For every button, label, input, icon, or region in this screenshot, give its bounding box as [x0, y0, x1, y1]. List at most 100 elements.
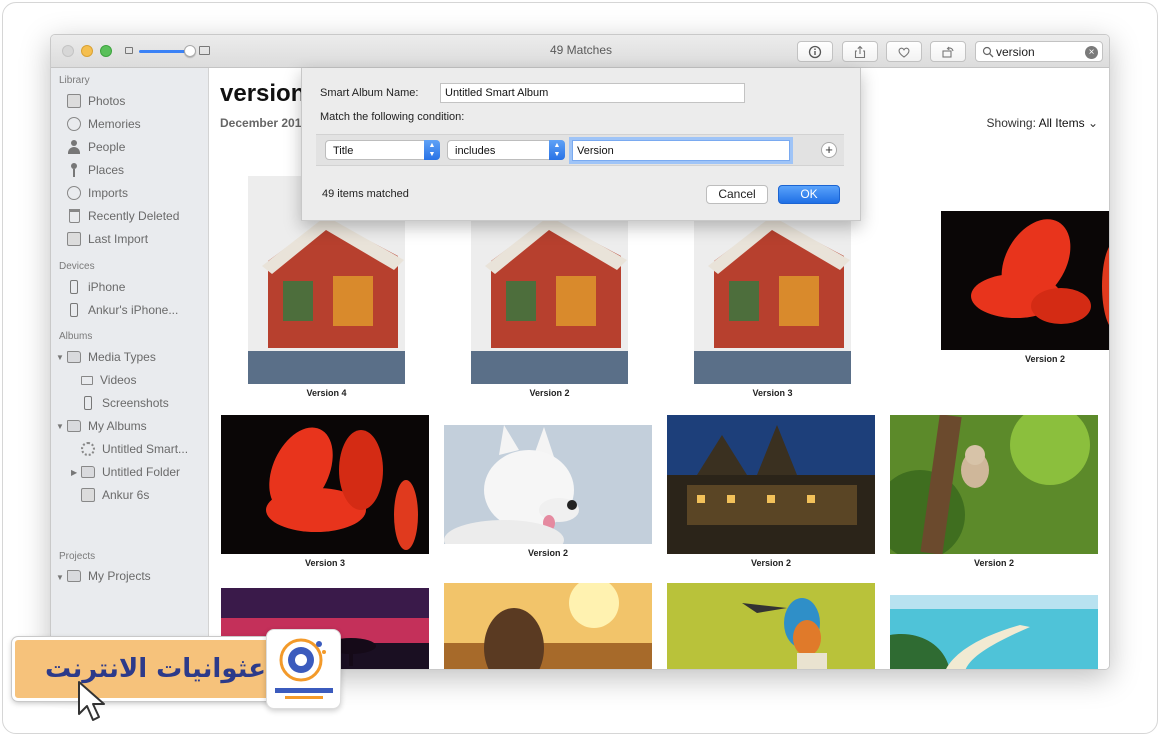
sidebar-item-label: iPhone [88, 280, 126, 294]
photo-white-dog[interactable] [444, 425, 652, 544]
video-icon [81, 375, 93, 385]
operator-popup[interactable]: includes ▲ ▼ [447, 140, 565, 160]
clear-search-icon[interactable]: × [1085, 46, 1098, 59]
popup-arrows-icon: ▲ ▼ [549, 140, 565, 160]
showing-filter[interactable]: Showing: All Items ⌄ [987, 116, 1098, 130]
sidebar-item-recently-deleted[interactable]: Recently Deleted [67, 207, 179, 225]
sidebar-item-label: Screenshots [102, 396, 169, 410]
photo-caption: Version 3 [752, 388, 793, 398]
info-icon [808, 45, 822, 58]
photo-red-flower-1[interactable] [941, 211, 1109, 350]
photo-girl-field[interactable] [444, 583, 652, 669]
photos-window: 49 Matches version × Library Photos Memo… [50, 34, 1110, 670]
share-button[interactable] [842, 41, 878, 62]
title-bar: 49 Matches version × [51, 35, 1109, 68]
photo-caption: Version 4 [306, 388, 347, 398]
share-icon [854, 45, 866, 58]
girl-field-image [444, 583, 652, 669]
disclosure-open-icon[interactable]: ▼ [56, 353, 64, 362]
page-title: version [220, 80, 306, 107]
devices-header: Devices [59, 261, 95, 272]
sidebar-item-people[interactable]: People [67, 138, 125, 156]
search-input[interactable]: version [996, 45, 1035, 59]
projects-header: Projects [59, 551, 96, 562]
sidebar-item-label: Recently Deleted [88, 209, 180, 223]
trash-icon [69, 209, 80, 223]
smart-album-dialog: Smart Album Name: Untitled Smart Album M… [301, 68, 861, 221]
add-condition-icon[interactable]: + [821, 142, 837, 158]
sidebar-item-photos[interactable]: Photos [67, 92, 125, 110]
sidebar-item-my-albums[interactable]: My Albums [67, 417, 147, 435]
folder-icon [67, 570, 81, 582]
logo-globe-icon [275, 638, 333, 699]
sidebar-item-media-types[interactable]: Media Types [67, 348, 156, 366]
sidebar-item-my-projects[interactable]: My Projects [67, 567, 151, 585]
smart-album-gear-icon [81, 442, 95, 456]
pin-icon [67, 163, 81, 177]
rotate-button[interactable] [930, 41, 966, 62]
sidebar-item-screenshots[interactable]: Screenshots [81, 394, 169, 412]
album-name-input[interactable]: Untitled Smart Album [440, 83, 745, 103]
album-icon [81, 488, 95, 502]
photo-caption: Version 3 [304, 558, 346, 568]
sidebar-item-label: People [88, 140, 126, 154]
sidebar-item-memories[interactable]: Memories [67, 115, 141, 133]
sidebar-item-imports[interactable]: Imports [67, 184, 128, 202]
sidebar-item-ankurs-iphone[interactable]: Ankur's iPhone... [67, 301, 178, 319]
red-flower-image [941, 211, 1109, 350]
photos-icon [67, 94, 81, 108]
tropical-beach-image [890, 595, 1098, 669]
info-button[interactable] [797, 41, 833, 62]
chevron-down-icon: ⌄ [1087, 116, 1098, 130]
photo-caption: Version 2 [529, 388, 570, 398]
search-field[interactable]: version × [975, 41, 1103, 62]
photo-tropical-beach[interactable] [890, 595, 1098, 669]
sidebar-item-label: Places [88, 163, 125, 177]
field-popup[interactable]: Title ▲ ▼ [325, 140, 440, 160]
cat-tree-image [890, 415, 1098, 554]
folder-icon [67, 351, 81, 363]
sidebar-item-untitled-folder[interactable]: Untitled Folder [81, 463, 180, 481]
sidebar-item-label: My Projects [88, 569, 151, 583]
sidebar-item-label: Imports [88, 186, 129, 200]
sidebar-item-untitled-smart-album[interactable]: Untitled Smart... [81, 440, 188, 458]
sidebar-item-iphone[interactable]: iPhone [67, 278, 125, 296]
photo-kingfisher[interactable] [667, 583, 875, 669]
town-night-image [667, 415, 875, 554]
iphone-icon [70, 303, 78, 317]
clock-icon [67, 186, 81, 200]
watermark-banner: عثوانيات الانترنت [12, 637, 274, 701]
showing-value: All Items [1038, 116, 1085, 130]
sidebar-item-label: Videos [100, 373, 137, 387]
cancel-button[interactable]: Cancel [706, 185, 768, 204]
sidebar-item-label: Memories [88, 117, 141, 131]
disclosure-open-icon[interactable]: ▼ [56, 422, 64, 431]
sidebar-item-label: Last Import [88, 232, 149, 246]
sidebar-item-last-import[interactable]: Last Import [67, 230, 148, 248]
sidebar-item-places[interactable]: Places [67, 161, 124, 179]
condition-text-input[interactable]: Version [572, 140, 790, 161]
red-flower-image [221, 415, 429, 554]
ok-button[interactable]: OK [778, 185, 840, 204]
sidebar-item-ankur-6s[interactable]: Ankur 6s [81, 486, 149, 504]
photo-cat-tree[interactable] [890, 415, 1098, 554]
kingfisher-image [667, 583, 875, 669]
sidebar-item-label: Photos [88, 94, 126, 108]
memories-icon [67, 117, 81, 131]
field-popup-value: Title [333, 145, 354, 157]
condition-label: Match the following condition: [320, 111, 465, 123]
sidebar-item-label: Ankur's iPhone... [88, 303, 179, 317]
favorite-button[interactable] [886, 41, 922, 62]
sidebar: Library Photos Memories People Places Im… [51, 68, 209, 669]
search-icon [982, 46, 994, 58]
rotate-icon [942, 46, 954, 58]
matched-count: 49 items matched [322, 188, 409, 200]
sidebar-item-label: Untitled Folder [102, 465, 181, 479]
photo-red-flower-2[interactable] [221, 415, 429, 554]
photo-town-night[interactable] [667, 415, 875, 554]
folder-icon [67, 420, 81, 432]
disclosure-closed-icon[interactable]: ▶ [71, 468, 77, 477]
photo-caption: Version 2 [973, 558, 1015, 568]
disclosure-open-icon[interactable]: ▼ [56, 573, 64, 582]
sidebar-item-videos[interactable]: Videos [81, 371, 136, 389]
